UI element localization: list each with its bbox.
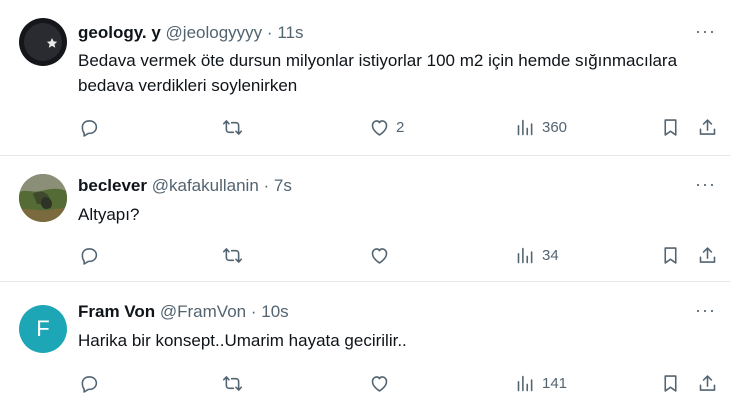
bookmark-icon bbox=[660, 373, 681, 394]
like-button[interactable]: 2 bbox=[369, 115, 404, 139]
author-name[interactable]: Fram Von bbox=[78, 302, 155, 321]
views-icon bbox=[515, 373, 536, 394]
bookmark-icon bbox=[660, 245, 681, 266]
timestamp[interactable]: 11s bbox=[277, 23, 303, 42]
tweet-text: Altyapı? bbox=[78, 205, 140, 224]
share-button[interactable] bbox=[697, 371, 718, 395]
reply-icon bbox=[78, 373, 99, 394]
reply-button[interactable] bbox=[78, 243, 99, 267]
reply-feed: geology. y @jeologyyyy · 11s ··· Bedava … bbox=[0, 0, 730, 420]
avatar[interactable] bbox=[19, 174, 67, 222]
like-button[interactable] bbox=[369, 371, 396, 395]
author-handle[interactable]: @jeologyyyy bbox=[166, 23, 263, 42]
views-button[interactable]: 34 bbox=[515, 243, 559, 267]
author-handle[interactable]: @FramVon bbox=[160, 302, 246, 321]
separator: · bbox=[266, 23, 273, 42]
photo-avatar-icon bbox=[19, 174, 67, 222]
tweet-item[interactable]: F Fram Von @FramVon · 10s ··· Harika bir… bbox=[0, 283, 730, 420]
retweet-icon bbox=[222, 245, 243, 266]
views-icon bbox=[515, 117, 536, 138]
tweet-item[interactable]: geology. y @jeologyyyy · 11s ··· Bedava … bbox=[0, 0, 730, 156]
tweet-text: Harika bir konsept..Umarim hayata geciri… bbox=[78, 331, 407, 350]
more-icon[interactable]: ··· bbox=[695, 22, 716, 40]
share-icon bbox=[697, 245, 718, 266]
share-button[interactable] bbox=[697, 243, 718, 267]
timestamp[interactable]: 7s bbox=[274, 176, 292, 195]
reply-icon bbox=[78, 245, 99, 266]
like-count: 2 bbox=[396, 118, 405, 136]
separator: · bbox=[263, 176, 270, 195]
like-button[interactable] bbox=[369, 243, 396, 267]
like-icon bbox=[369, 373, 390, 394]
more-icon[interactable]: ··· bbox=[695, 175, 716, 193]
views-count: 34 bbox=[542, 246, 559, 264]
retweet-button[interactable] bbox=[222, 243, 243, 267]
views-count: 360 bbox=[542, 118, 568, 136]
action-bar: 141 bbox=[0, 371, 730, 395]
like-icon bbox=[369, 117, 390, 138]
share-icon bbox=[697, 373, 718, 394]
retweet-icon bbox=[222, 117, 243, 138]
author-handle[interactable]: @kafakullanin bbox=[152, 176, 259, 195]
tweet-text: Bedava vermek öte dursun milyonlar istiy… bbox=[78, 51, 678, 95]
tweet-item[interactable]: beclever @kafakullanin · 7s ··· Altyapı?… bbox=[0, 157, 730, 282]
reply-icon bbox=[78, 117, 99, 138]
retweet-icon bbox=[222, 373, 243, 394]
timestamp[interactable]: 10s bbox=[261, 302, 288, 321]
action-bar: 2 360 bbox=[0, 115, 730, 139]
bookmark-icon bbox=[660, 117, 681, 138]
author-name[interactable]: geology. y bbox=[78, 23, 161, 42]
flag-avatar-icon bbox=[19, 18, 67, 66]
reply-button[interactable] bbox=[78, 115, 99, 139]
bookmark-button[interactable] bbox=[660, 243, 681, 267]
avatar[interactable]: F bbox=[19, 305, 67, 353]
retweet-button[interactable] bbox=[222, 115, 243, 139]
bookmark-button[interactable] bbox=[660, 115, 681, 139]
views-count: 141 bbox=[542, 374, 568, 392]
author-name[interactable]: beclever bbox=[78, 176, 147, 195]
tweet-header: Fram Von @FramVon · 10s bbox=[78, 302, 289, 322]
share-button[interactable] bbox=[697, 115, 718, 139]
reply-button[interactable] bbox=[78, 371, 99, 395]
tweet-header: beclever @kafakullanin · 7s bbox=[78, 176, 292, 196]
views-button[interactable]: 141 bbox=[515, 371, 567, 395]
tweet-header: geology. y @jeologyyyy · 11s bbox=[78, 23, 303, 43]
views-button[interactable]: 360 bbox=[515, 115, 567, 139]
avatar[interactable] bbox=[19, 18, 67, 66]
share-icon bbox=[697, 117, 718, 138]
views-icon bbox=[515, 245, 536, 266]
retweet-button[interactable] bbox=[222, 371, 243, 395]
bookmark-button[interactable] bbox=[660, 371, 681, 395]
action-bar: 34 bbox=[0, 243, 730, 267]
more-icon[interactable]: ··· bbox=[695, 301, 716, 319]
like-icon bbox=[369, 245, 390, 266]
separator: · bbox=[250, 302, 257, 321]
